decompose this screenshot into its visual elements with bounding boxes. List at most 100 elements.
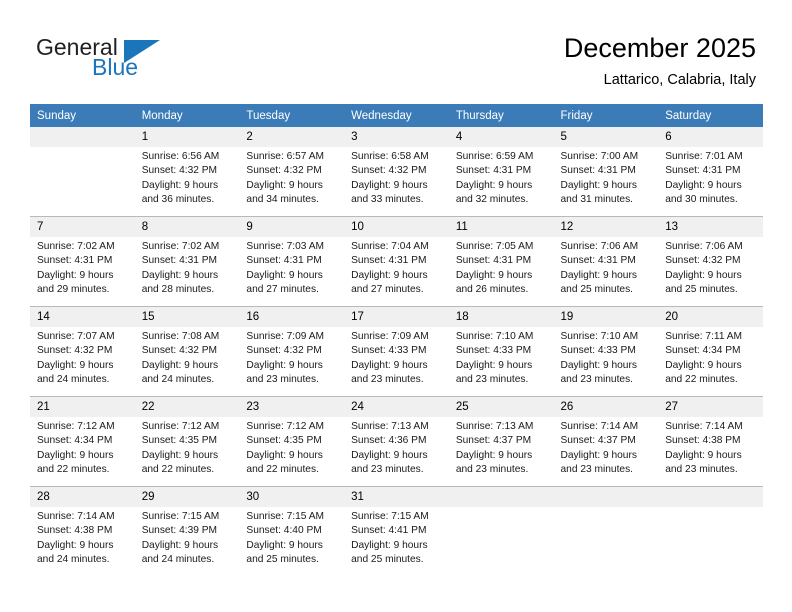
day-cell[interactable]: 5 Sunrise: 7:00 AM Sunset: 4:31 PM Dayli… — [553, 127, 659, 217]
day-cell[interactable]: 2 Sunrise: 6:57 AM Sunset: 4:32 PM Dayli… — [239, 127, 345, 217]
sunset-text: Sunset: 4:32 PM — [37, 345, 113, 357]
sunrise-text: Sunrise: 6:59 AM — [455, 151, 534, 162]
daylight-text-line2: and 25 minutes. — [560, 284, 634, 296]
day-details: Sunrise: 7:03 AM Sunset: 4:31 PM Dayligh… — [239, 237, 344, 298]
daylight-text-line1: Daylight: 9 hours — [141, 449, 219, 461]
day-cell[interactable]: 25 Sunrise: 7:13 AM Sunset: 4:37 PM Dayl… — [448, 396, 554, 487]
day-number: 19 — [553, 307, 659, 327]
daylight-text-line2: and 27 minutes. — [351, 284, 424, 296]
day-number: 31 — [344, 487, 449, 507]
day-cell[interactable]: 6 Sunrise: 7:01 AM Sunset: 4:31 PM Dayli… — [658, 127, 763, 217]
day-cell[interactable]: 28 Sunrise: 7:14 AM Sunset: 4:38 PM Dayl… — [30, 486, 135, 576]
sunset-text: Sunset: 4:40 PM — [246, 525, 322, 537]
sunset-text: Sunset: 4:39 PM — [141, 525, 218, 537]
weekday-header-monday: Monday — [134, 104, 240, 127]
sunrise-text: Sunrise: 7:12 AM — [141, 421, 220, 432]
day-details: Sunrise: 7:10 AM Sunset: 4:33 PM Dayligh… — [449, 327, 554, 388]
day-cell[interactable] — [448, 486, 554, 576]
day-cell[interactable]: 30 Sunrise: 7:15 AM Sunset: 4:40 PM Dayl… — [239, 486, 345, 576]
day-number — [658, 487, 763, 507]
daylight-text-line2: and 23 minutes. — [560, 374, 634, 386]
day-number: 29 — [134, 487, 240, 507]
daylight-text-line1: Daylight: 9 hours — [560, 449, 637, 461]
weekday-header-thursday: Thursday — [448, 104, 554, 127]
day-cell[interactable]: 12 Sunrise: 7:06 AM Sunset: 4:31 PM Dayl… — [553, 216, 659, 307]
day-cell[interactable]: 23 Sunrise: 7:12 AM Sunset: 4:35 PM Dayl… — [239, 396, 345, 487]
logo-text-blue: Blue — [92, 54, 139, 80]
day-cell[interactable]: 15 Sunrise: 7:08 AM Sunset: 4:32 PM Dayl… — [134, 306, 240, 397]
day-cell[interactable]: 4 Sunrise: 6:59 AM Sunset: 4:31 PM Dayli… — [448, 127, 554, 217]
day-cell[interactable]: 13 Sunrise: 7:06 AM Sunset: 4:32 PM Dayl… — [658, 216, 763, 307]
sunset-text: Sunset: 4:31 PM — [246, 255, 322, 267]
daylight-text-line1: Daylight: 9 hours — [560, 179, 637, 191]
daylight-text-line1: Daylight: 9 hours — [455, 269, 533, 281]
calendar-page: General Blue December 2025 Lattarico, Ca… — [0, 0, 792, 612]
sunset-text: Sunset: 4:31 PM — [455, 165, 532, 177]
daylight-text-line2: and 25 minutes. — [351, 554, 424, 566]
sunrise-text: Sunrise: 7:00 AM — [560, 151, 639, 162]
day-details: Sunrise: 7:14 AM Sunset: 4:38 PM Dayligh… — [30, 507, 135, 568]
sunset-text: Sunset: 4:31 PM — [141, 255, 218, 267]
day-number: 22 — [134, 397, 240, 417]
day-details: Sunrise: 6:58 AM Sunset: 4:32 PM Dayligh… — [344, 147, 449, 208]
day-cell[interactable]: 1 Sunrise: 6:56 AM Sunset: 4:32 PM Dayli… — [134, 127, 240, 217]
day-details: Sunrise: 7:12 AM Sunset: 4:35 PM Dayligh… — [239, 417, 344, 478]
day-number: 9 — [239, 217, 345, 237]
day-number: 24 — [344, 397, 449, 417]
sunrise-text: Sunrise: 7:09 AM — [246, 331, 324, 342]
daylight-text-line2: and 22 minutes. — [37, 464, 110, 476]
sunrise-text: Sunrise: 7:07 AM — [37, 331, 115, 342]
sunrise-text: Sunrise: 7:12 AM — [246, 421, 324, 432]
sunrise-text: Sunrise: 7:06 AM — [560, 241, 639, 252]
day-details: Sunrise: 7:13 AM Sunset: 4:36 PM Dayligh… — [344, 417, 449, 478]
day-cell[interactable]: 19 Sunrise: 7:10 AM Sunset: 4:33 PM Dayl… — [553, 306, 659, 397]
day-cell[interactable]: 20 Sunrise: 7:11 AM Sunset: 4:34 PM Dayl… — [658, 306, 763, 397]
day-cell[interactable]: 29 Sunrise: 7:15 AM Sunset: 4:39 PM Dayl… — [134, 486, 240, 576]
daylight-text-line1: Daylight: 9 hours — [246, 359, 323, 371]
daylight-text-line2: and 24 minutes. — [37, 554, 110, 566]
day-cell[interactable]: 10 Sunrise: 7:04 AM Sunset: 4:31 PM Dayl… — [344, 216, 449, 307]
day-cell[interactable]: 18 Sunrise: 7:10 AM Sunset: 4:33 PM Dayl… — [448, 306, 554, 397]
daylight-text-line2: and 23 minutes. — [351, 464, 424, 476]
day-cell[interactable]: 27 Sunrise: 7:14 AM Sunset: 4:38 PM Dayl… — [658, 396, 763, 487]
day-cell[interactable]: 21 Sunrise: 7:12 AM Sunset: 4:34 PM Dayl… — [30, 396, 135, 487]
day-cell[interactable] — [30, 127, 135, 217]
day-details: Sunrise: 7:08 AM Sunset: 4:32 PM Dayligh… — [135, 327, 240, 388]
daylight-text-line1: Daylight: 9 hours — [560, 359, 637, 371]
daylight-text-line1: Daylight: 9 hours — [455, 359, 533, 371]
daylight-text-line1: Daylight: 9 hours — [665, 359, 742, 371]
day-cell[interactable]: 14 Sunrise: 7:07 AM Sunset: 4:32 PM Dayl… — [30, 306, 135, 397]
sunrise-text: Sunrise: 7:11 AM — [665, 331, 743, 342]
sunrise-text: Sunrise: 7:02 AM — [141, 241, 220, 252]
day-cell[interactable]: 31 Sunrise: 7:15 AM Sunset: 4:41 PM Dayl… — [344, 486, 449, 576]
day-cell[interactable]: 24 Sunrise: 7:13 AM Sunset: 4:36 PM Dayl… — [344, 396, 449, 487]
day-cell[interactable] — [658, 486, 763, 576]
daylight-text-line2: and 23 minutes. — [455, 464, 529, 476]
day-number: 17 — [344, 307, 449, 327]
day-cell[interactable] — [553, 486, 659, 576]
daylight-text-line2: and 23 minutes. — [560, 464, 634, 476]
sunset-text: Sunset: 4:33 PM — [351, 345, 427, 357]
day-cell[interactable]: 22 Sunrise: 7:12 AM Sunset: 4:35 PM Dayl… — [134, 396, 240, 487]
day-details: Sunrise: 7:06 AM Sunset: 4:31 PM Dayligh… — [554, 237, 659, 298]
generalblue-logo[interactable]: General Blue — [36, 34, 236, 86]
day-cell[interactable]: 16 Sunrise: 7:09 AM Sunset: 4:32 PM Dayl… — [239, 306, 345, 397]
day-number: 25 — [448, 397, 554, 417]
day-cell[interactable]: 7 Sunrise: 7:02 AM Sunset: 4:31 PM Dayli… — [30, 216, 135, 307]
daylight-text-line2: and 33 minutes. — [351, 194, 424, 206]
daylight-text-line2: and 23 minutes. — [351, 374, 424, 386]
day-cell[interactable]: 26 Sunrise: 7:14 AM Sunset: 4:37 PM Dayl… — [553, 396, 659, 487]
page-title: December 2025 — [563, 33, 756, 63]
day-number: 30 — [239, 487, 345, 507]
daylight-text-line2: and 31 minutes. — [560, 194, 634, 206]
day-cell[interactable]: 17 Sunrise: 7:09 AM Sunset: 4:33 PM Dayl… — [344, 306, 449, 397]
sunset-text: Sunset: 4:33 PM — [455, 345, 532, 357]
daylight-text-line2: and 25 minutes. — [246, 554, 319, 566]
day-cell[interactable]: 3 Sunrise: 6:58 AM Sunset: 4:32 PM Dayli… — [344, 127, 449, 217]
sunrise-text: Sunrise: 7:12 AM — [37, 421, 115, 432]
day-cell[interactable]: 9 Sunrise: 7:03 AM Sunset: 4:31 PM Dayli… — [239, 216, 345, 307]
daylight-text-line2: and 30 minutes. — [665, 194, 738, 206]
day-cell[interactable]: 8 Sunrise: 7:02 AM Sunset: 4:31 PM Dayli… — [134, 216, 240, 307]
sunset-text: Sunset: 4:34 PM — [37, 435, 113, 447]
day-cell[interactable]: 11 Sunrise: 7:05 AM Sunset: 4:31 PM Dayl… — [448, 216, 554, 307]
